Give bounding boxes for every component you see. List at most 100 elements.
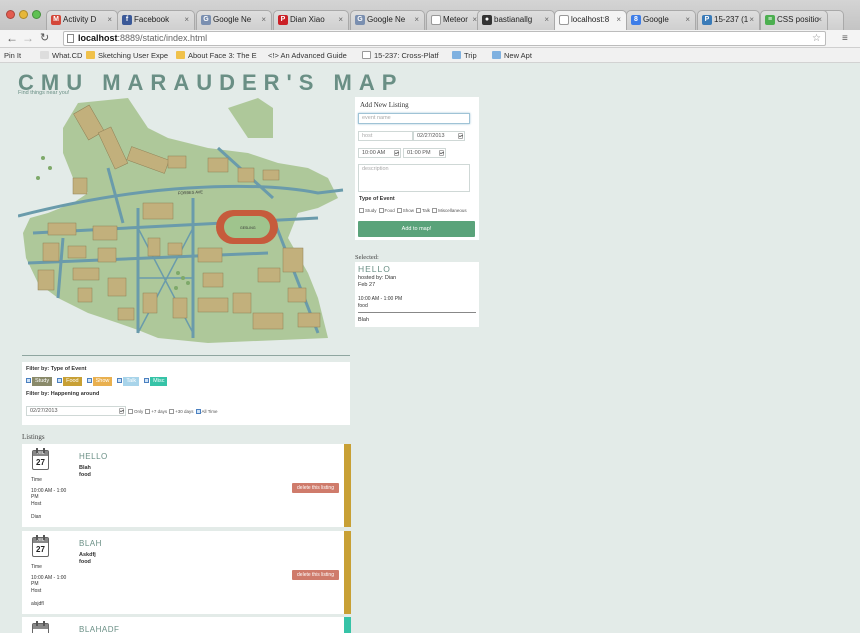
browser-tab-label: bastianallg [494, 15, 533, 24]
listing-name: BLAHADF [79, 625, 120, 633]
browser-tab[interactable]: M Activity D × [46, 10, 118, 30]
page-scrollbar[interactable] [853, 63, 860, 633]
filter-range-option[interactable]: All Time [195, 409, 218, 414]
browser-tab[interactable]: localhost:8 × [554, 10, 627, 30]
close-tab-icon[interactable]: × [338, 11, 343, 29]
url-host: localhost [78, 33, 118, 43]
forward-arrow-icon[interactable]: → [22, 31, 34, 46]
checkbox[interactable] [117, 378, 123, 383]
zoom-window-icon[interactable] [32, 10, 41, 19]
event-type-option[interactable]: Talk [416, 208, 430, 213]
close-tab-icon[interactable]: × [107, 11, 112, 29]
close-tab-icon[interactable]: × [261, 11, 266, 29]
close-tab-icon[interactable]: × [685, 11, 690, 29]
filter-tag[interactable]: Talk [117, 377, 141, 386]
listing-type-stripe [344, 444, 351, 527]
minimize-window-icon[interactable] [19, 10, 28, 19]
filter-date-spinner-icon[interactable]: ▴▾ [119, 408, 124, 414]
listing-description: Blah [79, 465, 91, 471]
checkbox[interactable] [26, 378, 31, 383]
close-tab-icon[interactable]: × [749, 11, 754, 29]
amazon-icon [176, 51, 185, 59]
filter-date-input[interactable]: 02/27/2013 ▴▾ [26, 406, 126, 416]
filter-tag-label: Study [32, 377, 53, 386]
bookmark-item[interactable]: About Face 3: The E [176, 50, 257, 61]
calendar-day: 27 [36, 458, 45, 467]
listing-host-label: Host [31, 588, 42, 594]
event-type-option[interactable]: Show [396, 208, 415, 213]
event-type-option-label: Show [402, 208, 415, 213]
bookmark-item[interactable]: 15-237: Cross-Platf [362, 50, 439, 61]
bookmark-item[interactable]: Pin It [4, 50, 21, 61]
browser-tab[interactable]: G Google Ne × [196, 10, 272, 30]
browser-tab[interactable]: P Dian Xiao × [273, 10, 349, 30]
listing-card[interactable]: FEB 27 HELLO Blah food Time 10:00 AM - 1:00 PM… [22, 444, 351, 527]
delete-listing-button[interactable]: delete this listing [292, 483, 339, 493]
reload-icon[interactable]: ↻ [40, 31, 49, 46]
radio[interactable] [195, 409, 201, 414]
checkbox[interactable] [144, 378, 150, 383]
date-input[interactable]: 02/27/2013 ▴▾ [413, 131, 465, 141]
listing-card[interactable]: BLAHADF [22, 617, 351, 633]
radio[interactable] [169, 409, 175, 414]
description-textarea[interactable]: description [358, 164, 470, 192]
radio[interactable] [128, 409, 133, 414]
event-name-input[interactable]: event name [358, 113, 470, 124]
address-bar[interactable]: localhost:8889/static/index.html ☆ [63, 31, 826, 46]
checkbox[interactable] [57, 378, 63, 383]
checkbox[interactable] [378, 208, 384, 213]
bookmark-item[interactable]: What.CD [40, 50, 82, 61]
close-window-icon[interactable] [6, 10, 15, 19]
end-time-spinner-icon[interactable]: ▴▾ [439, 150, 444, 156]
bookmark-item[interactable]: New Apt [492, 50, 532, 61]
add-listing-panel: Add New Listing event name host 02/27/20… [355, 97, 479, 240]
browser-tab[interactable]: ≡ CSS positio × [760, 10, 828, 30]
filter-tag[interactable]: Food [57, 377, 84, 386]
close-tab-icon[interactable]: × [414, 11, 419, 29]
filter-range-option[interactable]: +7 days [145, 409, 167, 414]
browser-tab[interactable]: P 15-237 (1 × [697, 10, 760, 30]
back-arrow-icon[interactable]: ← [6, 31, 18, 46]
radio[interactable] [145, 409, 151, 414]
campus-map[interactable]: FORBES AVE GESLING [18, 98, 348, 350]
checkbox[interactable] [396, 208, 402, 213]
bookmark-label: What.CD [52, 51, 83, 60]
bookmark-item[interactable]: Sketching User Expe [86, 50, 168, 61]
filter-range-option[interactable]: +30 days [169, 409, 194, 414]
close-tab-icon[interactable]: × [616, 11, 621, 29]
event-type-option[interactable]: Food [378, 208, 395, 213]
browser-tab[interactable]: f Facebook × [117, 10, 195, 30]
browser-tab[interactable]: ● bastianallg × [477, 10, 555, 30]
delete-listing-button[interactable]: delete this listing [292, 570, 339, 580]
filter-tag[interactable]: Show [86, 377, 115, 386]
filter-range-option[interactable]: Only [128, 409, 143, 414]
close-tab-icon[interactable]: × [544, 11, 549, 29]
host-input[interactable]: host [358, 131, 413, 141]
add-to-map-button[interactable]: Add to map! [358, 221, 475, 237]
event-type-option[interactable]: Study [359, 208, 377, 213]
filter-tag[interactable]: Misc [144, 377, 169, 386]
bookmark-item[interactable]: Trip [452, 50, 477, 61]
checkbox[interactable] [86, 378, 92, 383]
checkbox[interactable] [359, 208, 364, 213]
start-time-input[interactable]: 10:00 AM ▴▾ [358, 148, 401, 158]
start-time-spinner-icon[interactable]: ▴▾ [394, 150, 399, 156]
browser-tab[interactable]: 8 Google × [626, 10, 696, 30]
bookmark-item[interactable]: <!> An Advanced Guide [268, 50, 347, 61]
checkbox[interactable] [432, 208, 438, 213]
bookmark-star-icon[interactable]: ☆ [812, 32, 821, 45]
close-tab-icon[interactable]: × [184, 11, 189, 29]
event-type-option[interactable]: Miscellaneous [432, 208, 467, 213]
listing-type: food [79, 559, 91, 565]
browser-tab[interactable]: Meteor × [426, 10, 483, 30]
bookmark-label: Pin It [4, 51, 22, 60]
date-spinner-icon[interactable]: ▴▾ [458, 133, 463, 139]
listing-name: HELLO [79, 452, 108, 461]
browser-tab[interactable]: G Google Ne × [350, 10, 425, 30]
filter-tag[interactable]: Study [26, 377, 54, 386]
listing-card[interactable]: FEB 27 BLAH Askdfj food Time 10:00 AM - 1:00 P… [22, 531, 351, 614]
menu-icon[interactable]: ≡ [842, 31, 848, 46]
close-tab-icon[interactable]: × [817, 11, 822, 29]
end-time-input[interactable]: 01:00 PM ▴▾ [403, 148, 446, 158]
checkbox[interactable] [416, 208, 422, 213]
